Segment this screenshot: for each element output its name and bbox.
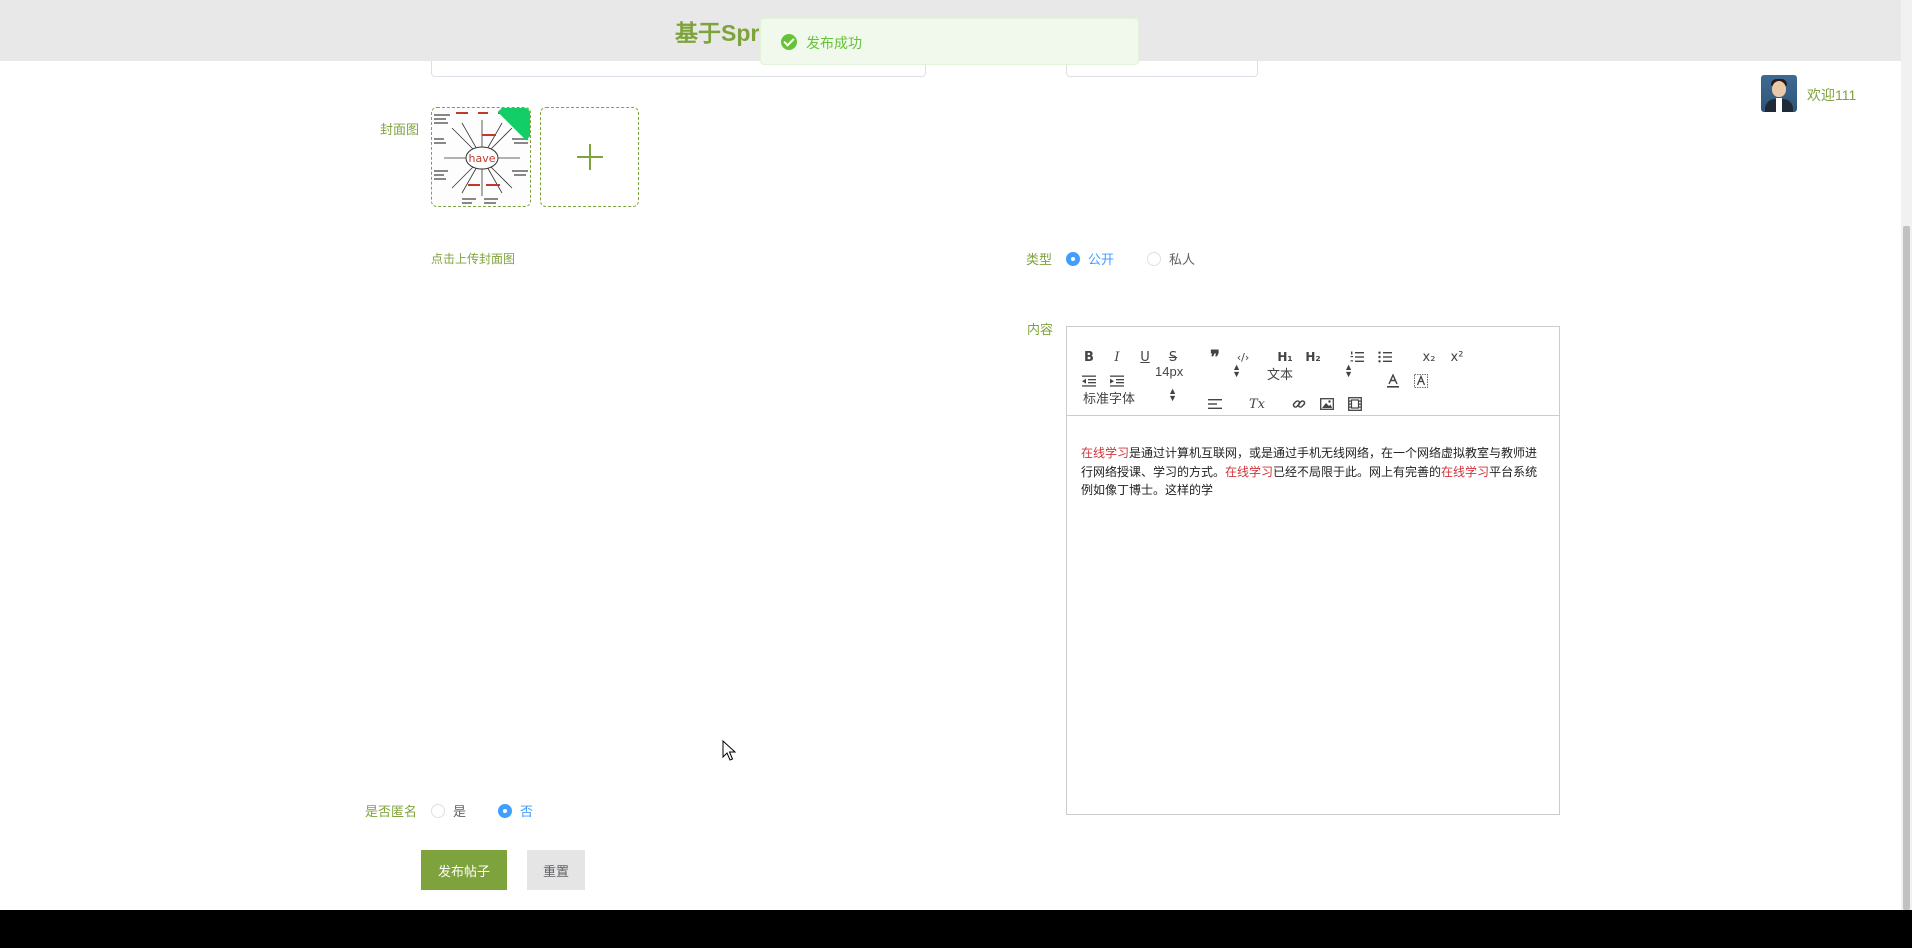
bullet-list-icon[interactable] (1375, 347, 1395, 367)
anonymous-label: 是否匿名 (365, 804, 418, 819)
select-arrows-icon: ▲ ▼ (1232, 362, 1241, 379)
svg-text:have: have (469, 152, 496, 165)
content-label: 内容 (1027, 322, 1054, 337)
anonymous-radio-yes[interactable]: 是 (431, 801, 466, 820)
editor-content[interactable]: 在线学习是通过计算机互联网，或是通过手机无线网络，在一个网络虚拟教室与教师进行网… (1081, 444, 1547, 500)
check-circle-icon (781, 34, 797, 50)
type-radio-public[interactable]: 公开 (1066, 249, 1114, 268)
bold-button[interactable]: B (1079, 347, 1099, 367)
font-color-icon[interactable] (1383, 371, 1403, 391)
anonymous-radio-no[interactable]: 否 (498, 801, 533, 820)
cover-label: 封面图 (380, 122, 420, 137)
background-color-icon[interactable] (1411, 371, 1431, 391)
italic-button[interactable]: I (1107, 347, 1127, 367)
type-radio-private[interactable]: 私人 (1147, 249, 1195, 268)
radio-checked-icon (498, 803, 512, 818)
avatar[interactable] (1761, 75, 1797, 112)
radio-checked-icon (1066, 251, 1080, 266)
align-icon[interactable] (1205, 394, 1225, 414)
rich-text-editor: B I U S ❞ ‹/› H₁ H₂ x₂ x² 14px ▲ ▼ 文本 ▲ … (1066, 326, 1560, 815)
mouse-cursor-icon (722, 740, 737, 761)
cover-image-thumbnail[interactable]: have (431, 107, 531, 207)
cover-upload-button[interactable] (540, 107, 639, 207)
site-title: 基于Spri (675, 20, 766, 46)
submit-post-button[interactable]: 发布帖子 (421, 850, 507, 890)
welcome-user-link[interactable]: 欢迎111 (1807, 85, 1856, 105)
image-icon[interactable] (1317, 394, 1337, 414)
link-icon[interactable] (1289, 394, 1309, 414)
select-arrows-icon: ▲ ▼ (1168, 386, 1177, 403)
superscript-button[interactable]: x² (1447, 347, 1467, 367)
clear-format-button[interactable]: Tx (1247, 394, 1267, 414)
success-toast: 发布成功 (760, 18, 1139, 65)
editor-toolbar: B I U S ❞ ‹/› H₁ H₂ x₂ x² 14px ▲ ▼ 文本 ▲ … (1067, 327, 1559, 416)
reset-button[interactable]: 重置 (527, 850, 585, 890)
header-select[interactable]: 文本 ▲ ▼ (1267, 362, 1353, 384)
subscript-button[interactable]: x₂ (1419, 347, 1439, 367)
video-icon[interactable] (1345, 394, 1365, 414)
select-arrows-icon: ▲ ▼ (1344, 362, 1353, 379)
radio-unchecked-icon (431, 803, 445, 818)
underline-button[interactable]: U (1135, 347, 1155, 367)
font-family-select[interactable]: 标准字体 ▲ ▼ (1083, 386, 1177, 408)
font-size-select[interactable]: 14px ▲ ▼ (1155, 362, 1241, 384)
page-footer (0, 910, 1912, 948)
type-label: 类型 (1026, 252, 1053, 267)
scrollbar-thumb[interactable] (1903, 226, 1910, 910)
cover-upload-tip[interactable]: 点击上传封面图 (431, 250, 515, 267)
page: 基于Spri 发布成功 欢迎111 封面图 have 点击上传封面图 类型 公开… (0, 0, 1912, 948)
radio-unchecked-icon (1147, 251, 1161, 266)
toast-message: 发布成功 (806, 35, 862, 51)
